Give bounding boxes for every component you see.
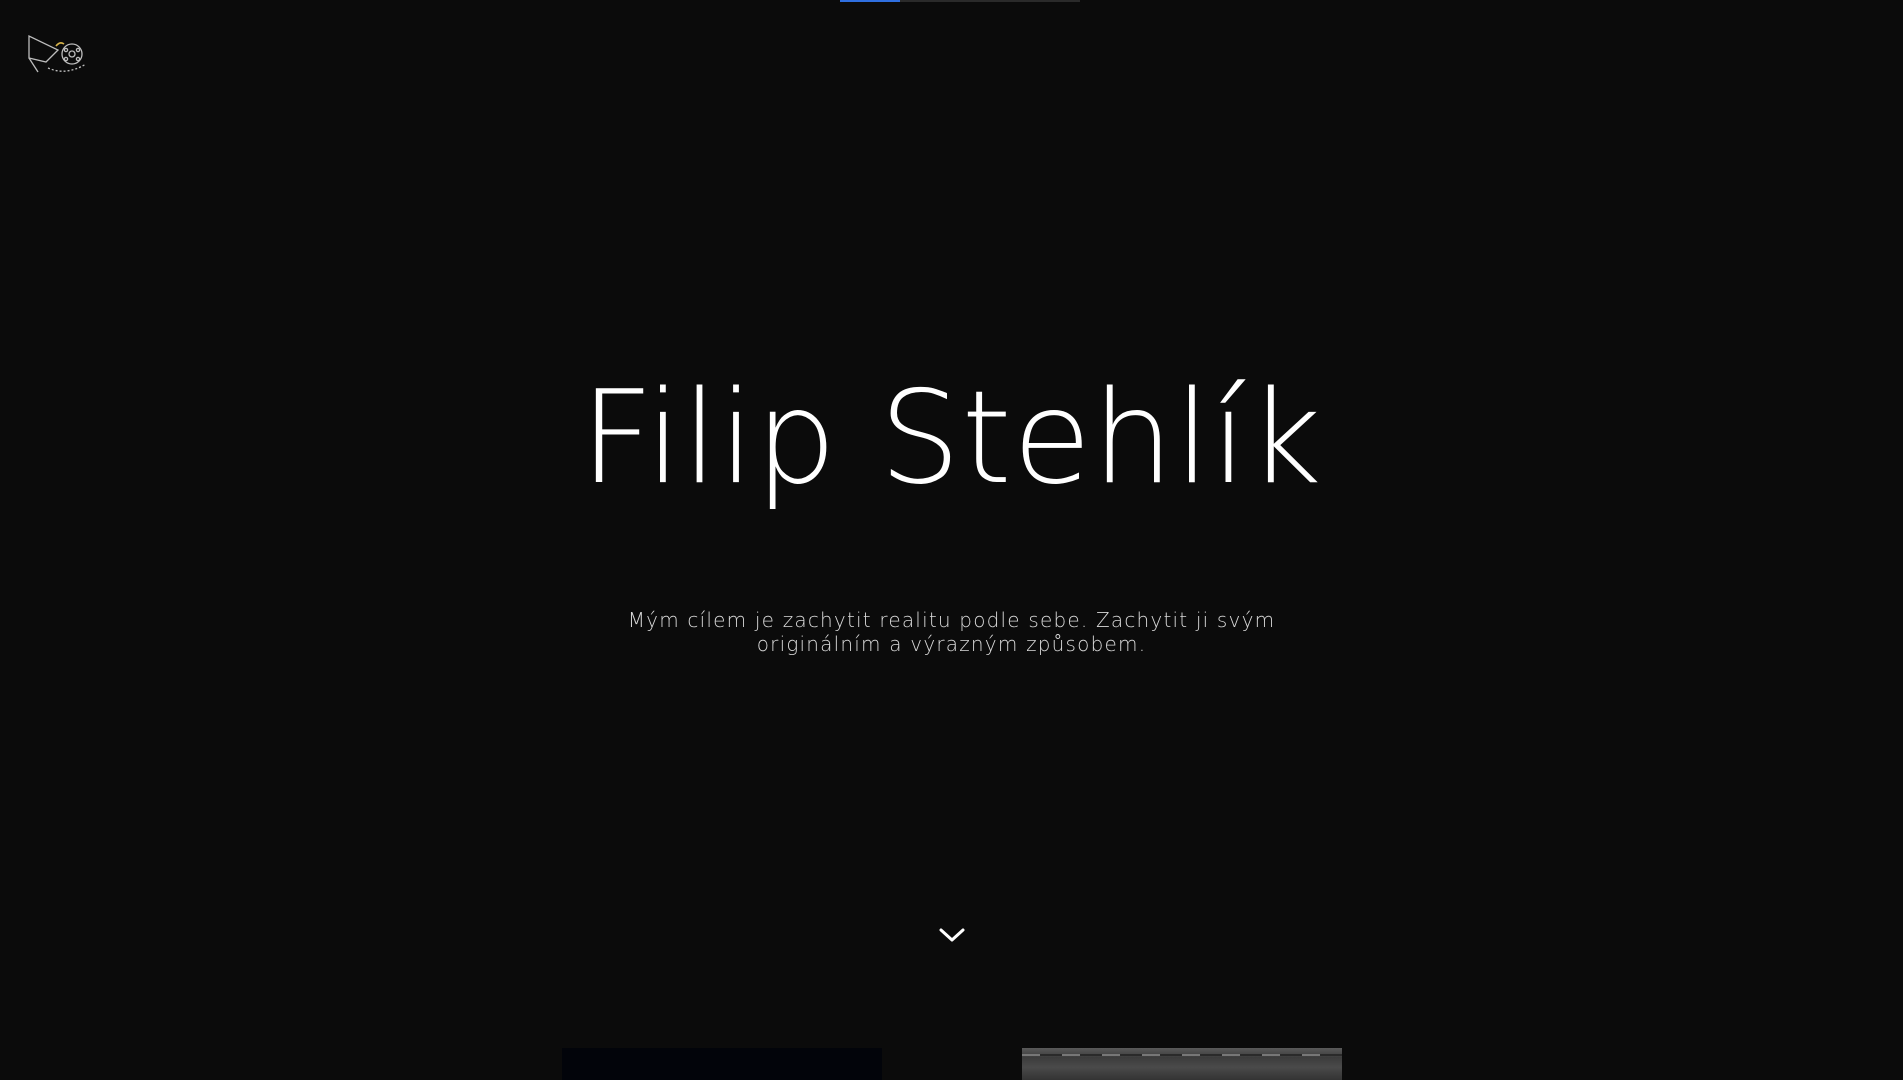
page-progress-fill <box>840 0 900 2</box>
page-title: Filip Stehlík <box>580 364 1323 513</box>
site-logo[interactable] <box>26 32 90 80</box>
chevron-down-icon <box>939 928 965 942</box>
page-tagline: Mým cílem je zachytit realitu podle sebe… <box>627 608 1276 656</box>
film-camera-icon <box>28 34 87 73</box>
gallery-thumbnail-1[interactable] <box>562 1048 882 1080</box>
page-progress-bar <box>840 0 1080 2</box>
scroll-down-button[interactable] <box>936 924 968 948</box>
gallery-thumbnail-2[interactable] <box>1022 1048 1342 1080</box>
